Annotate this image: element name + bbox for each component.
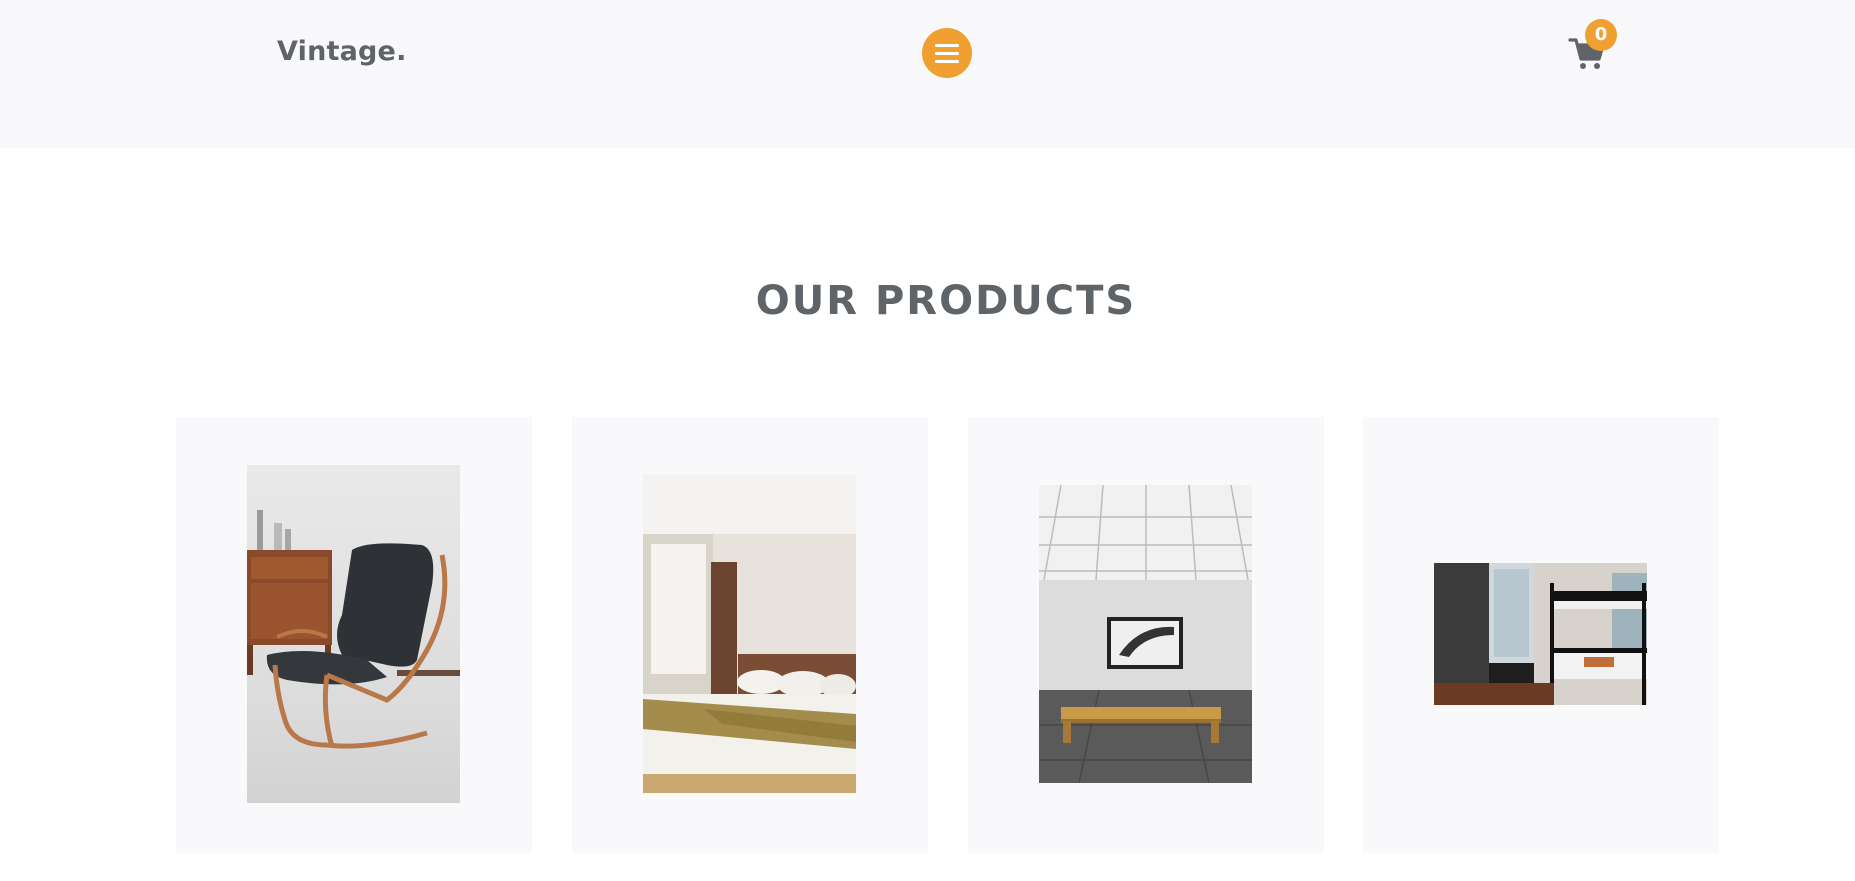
product-image-gallery[interactable] [1039,485,1252,783]
product-card[interactable] [968,417,1324,853]
product-card[interactable] [572,417,928,853]
site-header: Vintage. 0 [0,0,1855,148]
menu-button[interactable] [922,28,972,78]
product-image-bedroom[interactable] [643,474,856,793]
product-card[interactable] [176,417,532,853]
product-card[interactable] [1363,417,1719,853]
site-logo[interactable]: Vintage. [277,36,407,67]
section-title: OUR PRODUCTS [755,278,1137,324]
cart-count-badge: 0 [1585,19,1617,51]
hamburger-icon [935,44,959,47]
product-image-chair[interactable] [247,465,460,803]
product-image-bunk-room[interactable] [1434,563,1647,705]
